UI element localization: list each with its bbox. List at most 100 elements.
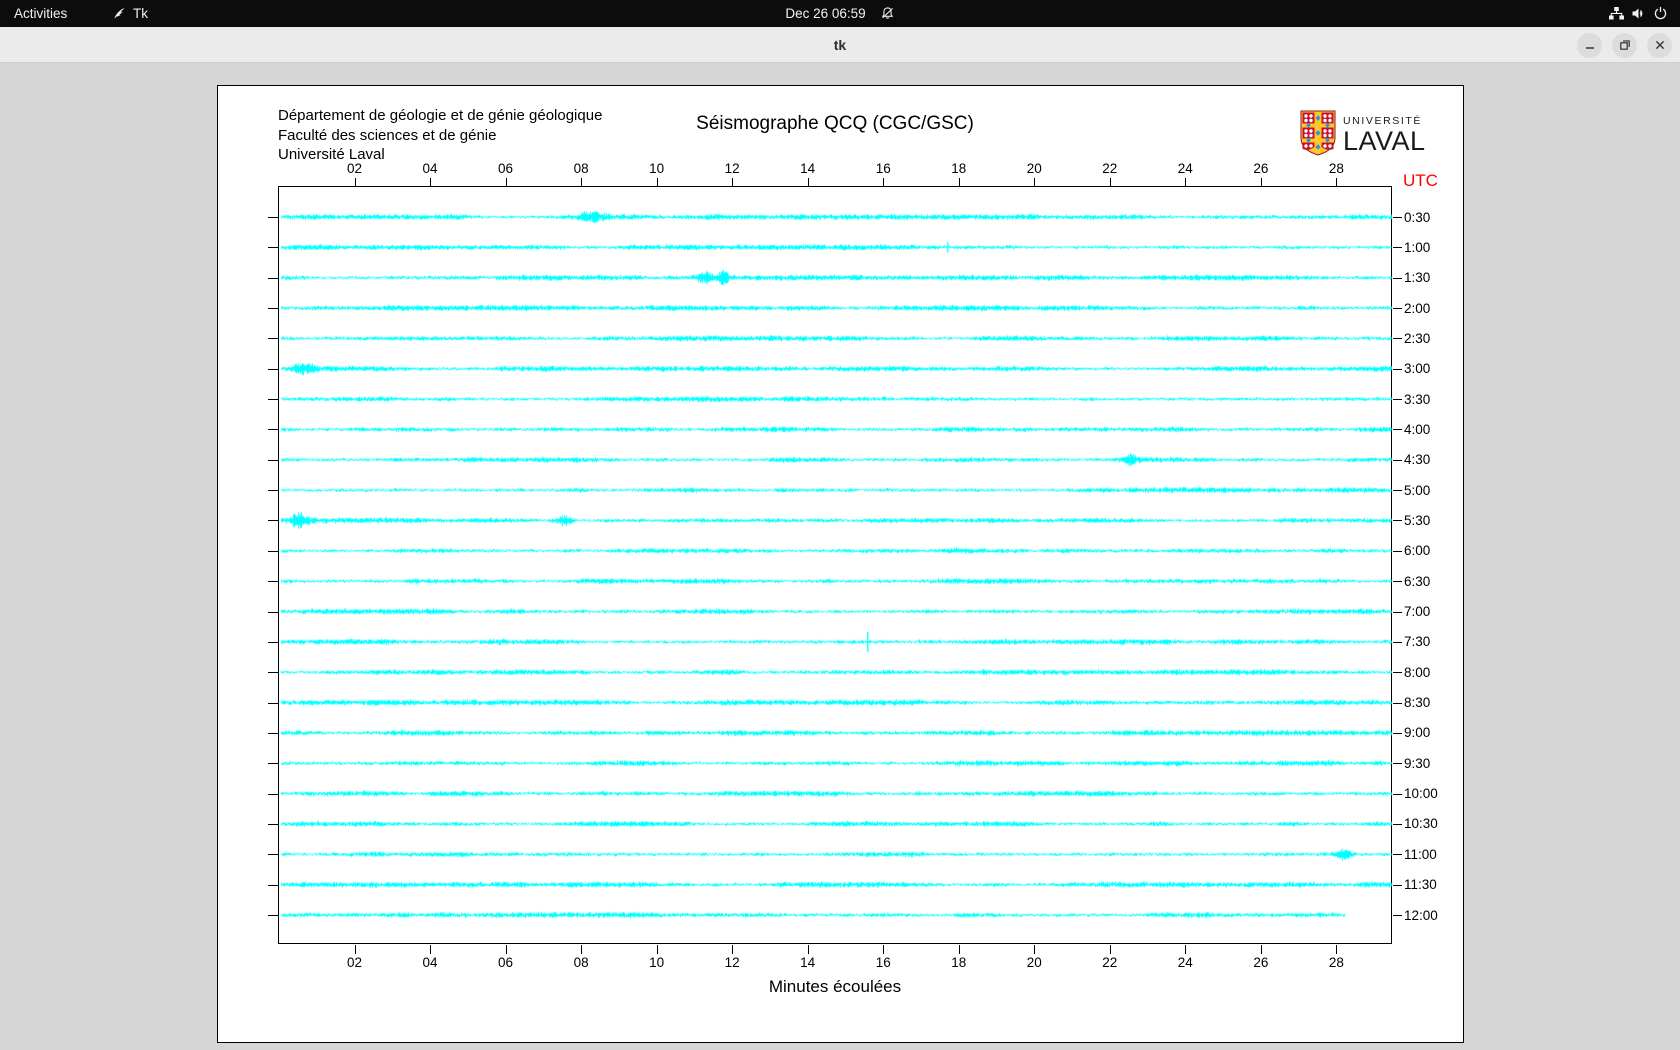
focused-app-label: Tk: [133, 6, 148, 21]
seismogram-traces: [279, 187, 1393, 945]
network-icon[interactable]: [1608, 6, 1625, 21]
x-tick-label-top: 12: [724, 161, 740, 176]
trace-left-tick: [268, 550, 279, 552]
utc-time-label: 5:00: [1404, 482, 1431, 498]
utc-time-label: 7:30: [1404, 634, 1431, 650]
x-tick-top: [1185, 178, 1187, 187]
x-tick-label-top: 26: [1253, 161, 1269, 176]
utc-time-label: 4:30: [1404, 452, 1431, 468]
focused-app-button[interactable]: Tk: [112, 0, 148, 27]
trace-left-tick: [268, 277, 279, 279]
utc-time-label: 3:30: [1404, 391, 1431, 407]
x-tick-top: [1034, 178, 1036, 187]
utc-time-label: 5:30: [1404, 512, 1431, 528]
trace-left-tick: [268, 247, 279, 249]
x-tick-label-bottom: 20: [1026, 955, 1042, 970]
x-tick-label-top: 16: [875, 161, 891, 176]
trace-right-tick: [1393, 884, 1402, 886]
x-tick-bottom: [354, 945, 356, 954]
trace-left-tick: [268, 429, 279, 431]
trace-right-tick: [1393, 520, 1402, 522]
system-status-area[interactable]: [1608, 0, 1668, 27]
x-tick-top: [1260, 178, 1262, 187]
maximize-button[interactable]: [1612, 32, 1637, 58]
x-tick-top: [430, 178, 432, 187]
notifications-disabled-bell-icon: [880, 6, 895, 21]
trace-right-tick: [1393, 429, 1402, 431]
utc-axis-label: UTC: [1403, 171, 1438, 190]
utc-time-label: 0:30: [1404, 209, 1431, 225]
window-controls: [1577, 27, 1672, 63]
x-tick-bottom: [807, 945, 809, 954]
x-tick-bottom: [1260, 945, 1262, 954]
x-axis-title: Minutes écoulées: [768, 977, 902, 996]
trace-right-tick: [1393, 490, 1402, 492]
x-tick-bottom: [958, 945, 960, 954]
trace-right-tick: [1393, 308, 1402, 310]
x-tick-label-top: 08: [573, 161, 589, 176]
x-tick-top: [1109, 178, 1111, 187]
clock-button[interactable]: Dec 26 06:59: [785, 6, 894, 21]
utc-time-label: 10:00: [1404, 786, 1438, 802]
trace-right-tick: [1393, 793, 1402, 795]
laval-shield-icon: [1300, 110, 1336, 161]
utc-time-label: 6:00: [1404, 543, 1431, 559]
x-tick-bottom: [1336, 945, 1338, 954]
x-tick-label-bottom: 14: [800, 955, 816, 970]
x-tick-top: [732, 178, 734, 187]
trace-left-tick: [268, 611, 279, 613]
trace-left-tick: [268, 338, 279, 340]
tk-feather-icon: [112, 6, 127, 21]
trace-left-tick: [268, 308, 279, 310]
window-titlebar[interactable]: tk: [0, 27, 1680, 63]
x-tick-top: [656, 178, 658, 187]
gnome-top-bar: Activities Tk Dec 26 06:59: [0, 0, 1680, 27]
utc-time-label: 9:30: [1404, 755, 1431, 771]
utc-time-label: 3:00: [1404, 361, 1431, 377]
x-tick-top: [505, 178, 507, 187]
clock-container: Dec 26 06:59: [0, 0, 1680, 27]
x-tick-label-bottom: 26: [1253, 955, 1269, 970]
trace-right-tick: [1393, 702, 1402, 704]
minimize-button[interactable]: [1577, 32, 1602, 58]
trace-right-tick: [1393, 915, 1402, 916]
trace-right-tick: [1393, 459, 1402, 461]
x-tick-bottom: [656, 945, 658, 954]
utc-time-label: 8:30: [1404, 695, 1431, 711]
x-tick-top: [581, 178, 583, 187]
trace-left-tick: [268, 884, 279, 886]
x-tick-label-bottom: 08: [573, 955, 589, 970]
trace-left-tick: [268, 217, 279, 218]
x-tick-label-top: 14: [800, 161, 816, 176]
trace-left-tick: [268, 368, 279, 370]
x-tick-label-bottom: 24: [1177, 955, 1193, 970]
x-tick-top: [958, 178, 960, 187]
utc-time-label: 1:30: [1404, 270, 1431, 286]
trace-left-tick: [268, 732, 279, 734]
activities-button[interactable]: Activities: [14, 0, 67, 27]
trace-left-tick: [268, 854, 279, 856]
x-tick-label-bottom: 28: [1328, 955, 1344, 970]
x-tick-label-top: 22: [1102, 161, 1118, 176]
x-tick-top: [807, 178, 809, 187]
x-tick-bottom: [1034, 945, 1036, 954]
trace-right-tick: [1393, 823, 1402, 825]
trace-right-tick: [1393, 338, 1402, 340]
trace-left-tick: [268, 702, 279, 704]
x-tick-bottom: [1109, 945, 1111, 954]
utc-time-label: 9:00: [1404, 725, 1431, 741]
utc-time-label: 12:00: [1404, 907, 1438, 923]
x-tick-label-bottom: 02: [347, 955, 363, 970]
x-tick-label-bottom: 22: [1102, 955, 1118, 970]
trace-left-tick: [268, 823, 279, 825]
trace-right-tick: [1393, 399, 1402, 401]
activities-label: Activities: [14, 6, 68, 21]
universite-laval-logo: UNIVERSITÉ LAVAL: [1300, 110, 1426, 161]
trace-left-tick: [268, 520, 279, 522]
utc-time-label: 2:30: [1404, 330, 1431, 346]
volume-icon[interactable]: [1631, 6, 1647, 21]
power-icon[interactable]: [1653, 6, 1668, 21]
close-icon[interactable]: [1647, 32, 1672, 58]
trace-right-tick: [1393, 277, 1402, 279]
x-tick-label-bottom: 04: [422, 955, 438, 970]
